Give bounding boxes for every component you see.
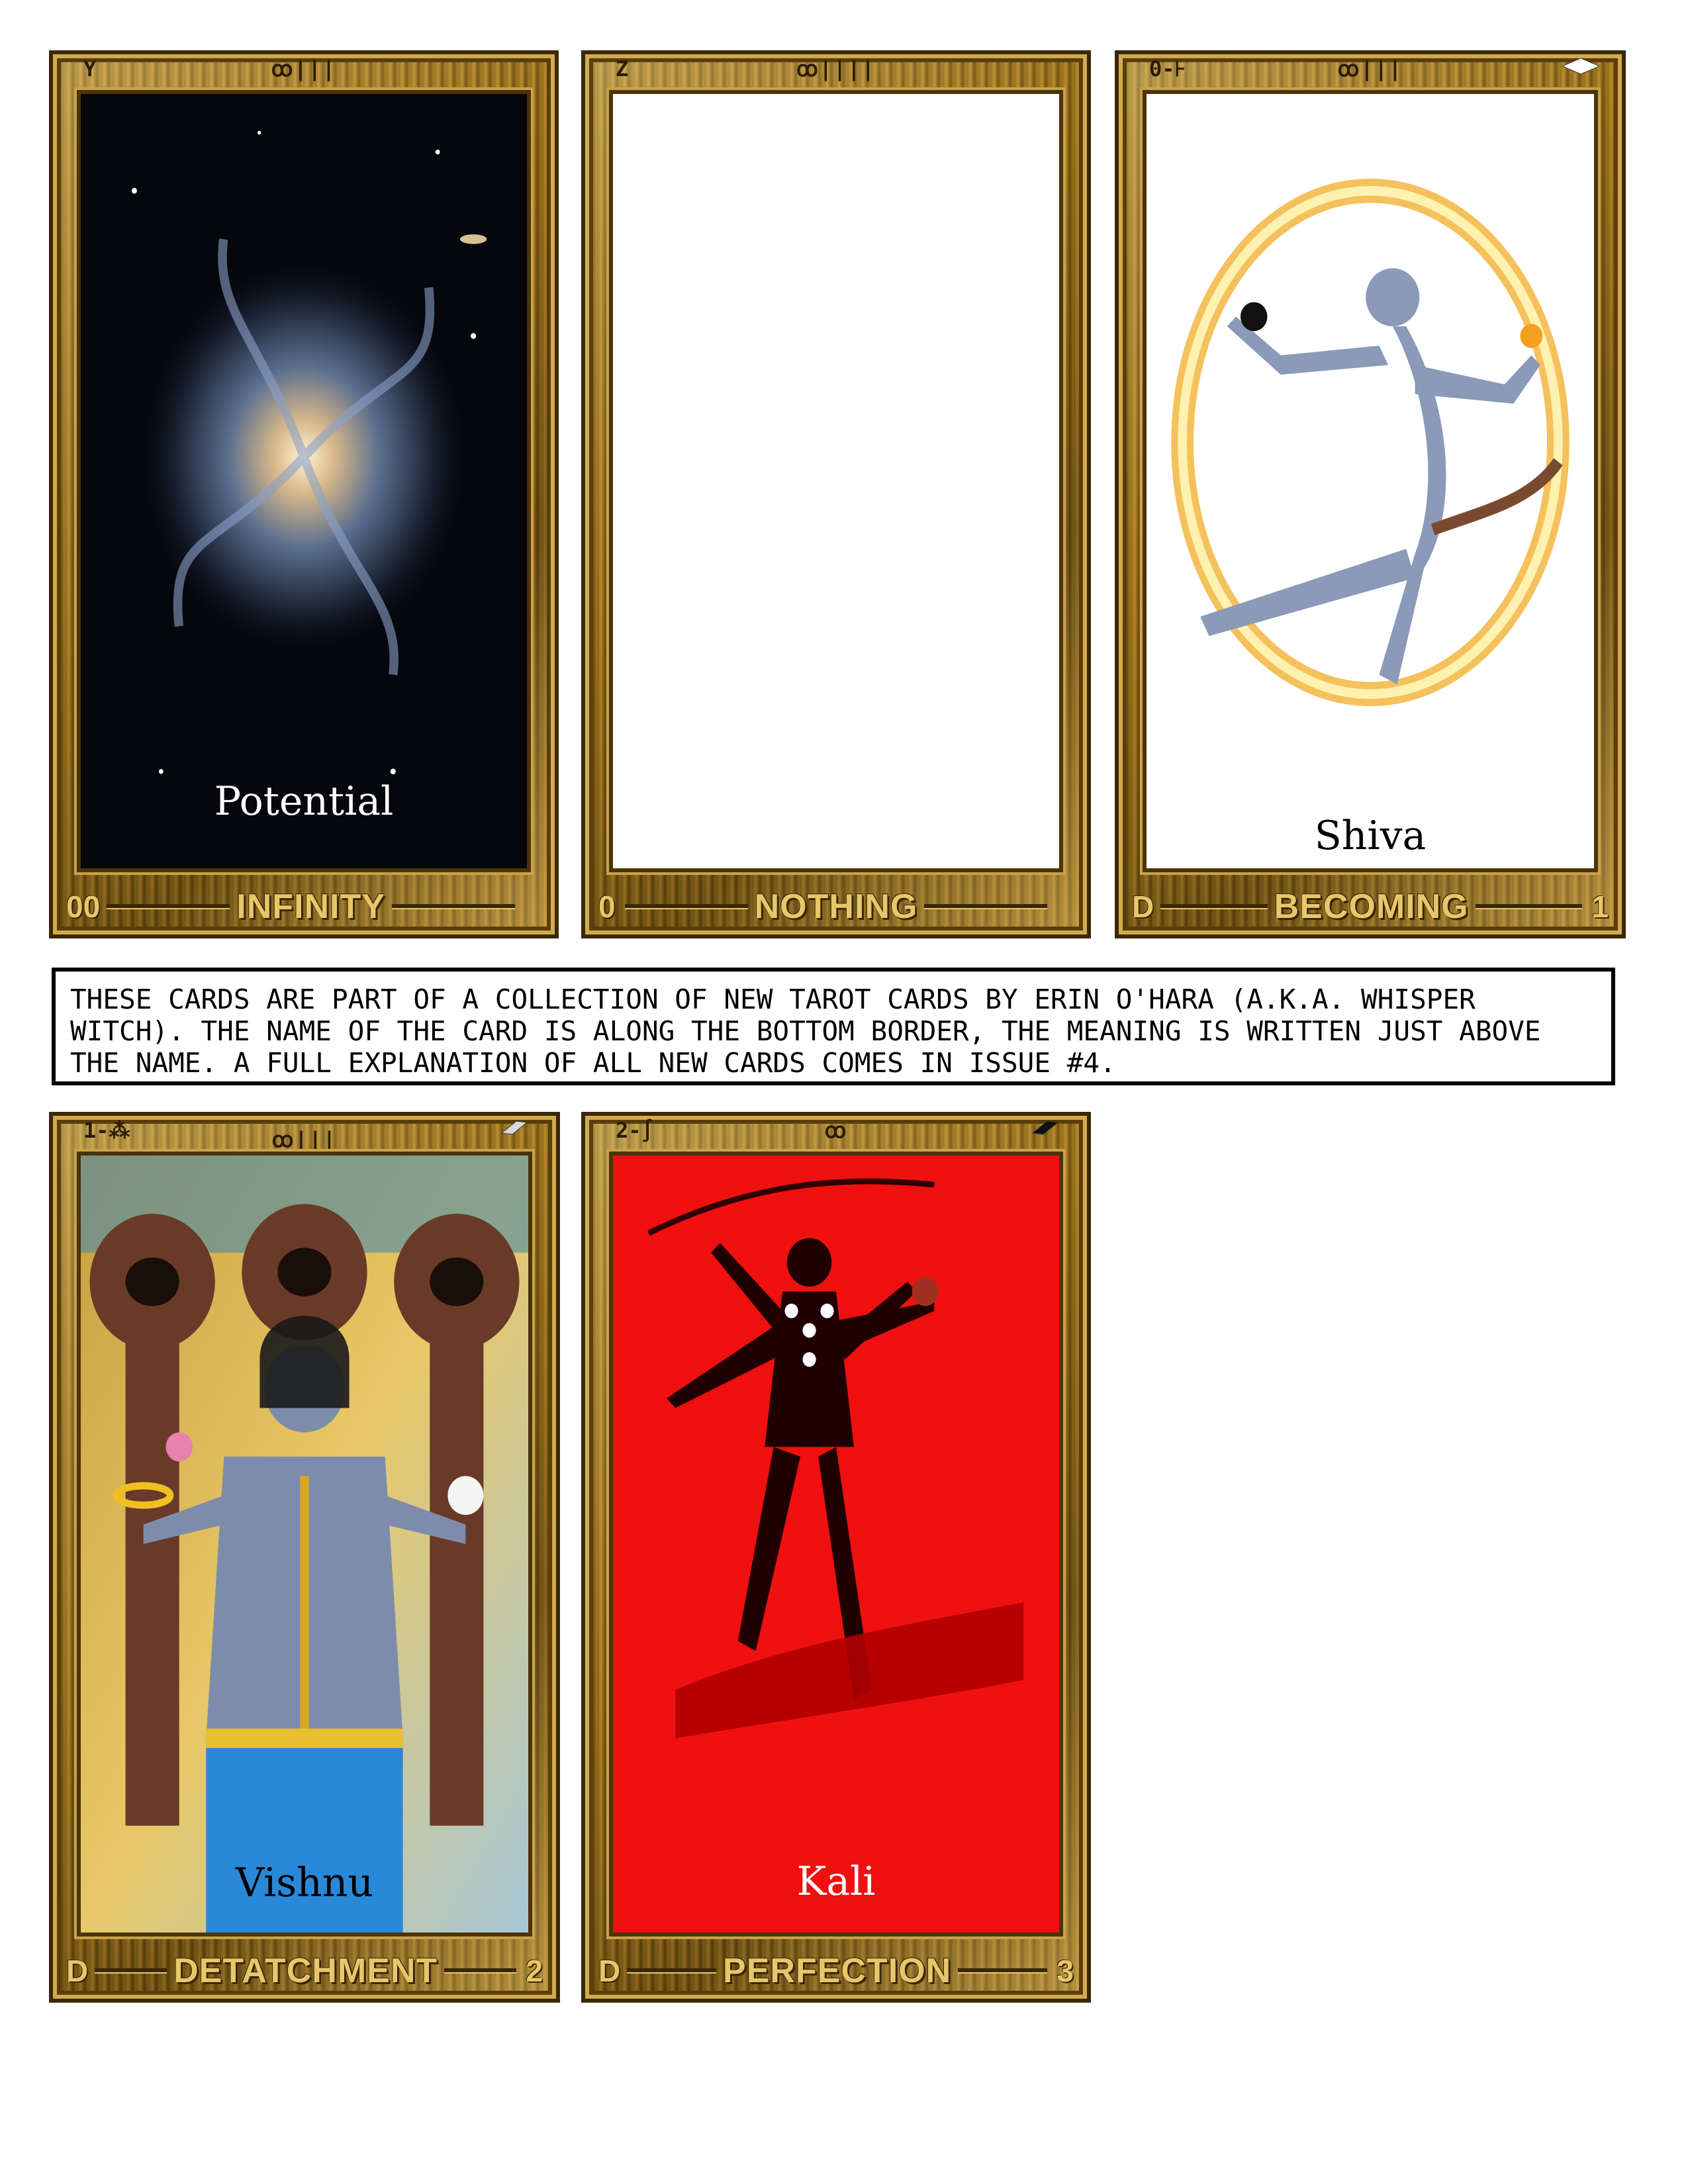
diamond-icon xyxy=(1031,1120,1059,1135)
card-bottom-border: 00 INFINITY xyxy=(49,886,559,928)
card-corner-left: 0 xyxy=(598,889,616,924)
divider xyxy=(1475,904,1583,909)
card-corner-right: 3 xyxy=(1056,1954,1074,1988)
card-top-center-glyph: ꝏ xyxy=(824,1118,848,1143)
diamond-icon xyxy=(500,1120,528,1135)
card-name: PERFECTION xyxy=(723,1952,952,1990)
tarot-card-infinity: Y ꝏ||| Potential 00 INFINITY xyxy=(49,50,559,938)
card-name: BECOMING xyxy=(1274,887,1469,926)
card-corner-left: D xyxy=(598,1954,621,1988)
card-corner-left: 00 xyxy=(66,889,101,924)
divider xyxy=(95,1968,167,1974)
tarot-card-nothing: Z ꝏ|||| 0 NOTHING xyxy=(581,50,1091,938)
card-bottom-border: 0 NOTHING xyxy=(581,886,1091,928)
diamond-icon xyxy=(1562,58,1599,74)
card-top-center-glyph: ꝏ|||| xyxy=(796,56,876,81)
card-corner-right: 1 xyxy=(1591,889,1609,924)
divider xyxy=(391,904,515,909)
tarot-card-detatchment: 1-⁂ ꝏ||| Vishnu D DETATCHMENT 2 xyxy=(49,1112,560,2003)
card-art-shiva xyxy=(1143,90,1598,872)
divider xyxy=(107,904,230,909)
card-corner-left: D xyxy=(66,1954,89,1988)
card-top-center-glyph: ꝏ||| xyxy=(271,1127,338,1152)
divider xyxy=(1160,904,1268,909)
card-art-galaxy xyxy=(77,90,531,872)
card-bottom-border: D DETATCHMENT 2 xyxy=(49,1950,560,1992)
card-name: INFINITY xyxy=(236,887,385,926)
caption-box: THESE CARDS ARE PART OF A COLLECTION OF … xyxy=(52,968,1615,1085)
divider xyxy=(444,1968,517,1974)
divider xyxy=(924,904,1048,909)
card-art-kali xyxy=(609,1152,1063,1936)
card-name: DETATCHMENT xyxy=(173,1952,438,1990)
card-meaning: Vishnu xyxy=(235,1860,374,1906)
card-top-center-glyph: ꝏ||| xyxy=(1337,56,1403,81)
tarot-card-perfection: 2-∫ ꝏ Kali D PERFECTION 3 xyxy=(581,1112,1091,2003)
card-meaning: Shiva xyxy=(1314,813,1427,859)
tarot-card-becoming: 0-⊦ ꝏ||| Shiva D BECOMING 1 xyxy=(1115,50,1626,938)
card-corner-right: 2 xyxy=(526,1954,543,1988)
card-meaning: Potential xyxy=(214,778,394,825)
divider xyxy=(958,1968,1047,1974)
divider xyxy=(625,904,748,909)
card-art-blank xyxy=(609,90,1063,872)
divider xyxy=(627,1968,717,1974)
card-name: NOTHING xyxy=(754,887,918,926)
card-corner-left: D xyxy=(1132,889,1154,924)
card-bottom-border: D PERFECTION 3 xyxy=(581,1950,1091,1992)
card-bottom-border: D BECOMING 1 xyxy=(1115,886,1626,928)
card-meaning: Kali xyxy=(796,1858,876,1905)
card-art-vishnu xyxy=(77,1152,532,1936)
card-top-center-glyph: ꝏ||| xyxy=(271,56,337,81)
